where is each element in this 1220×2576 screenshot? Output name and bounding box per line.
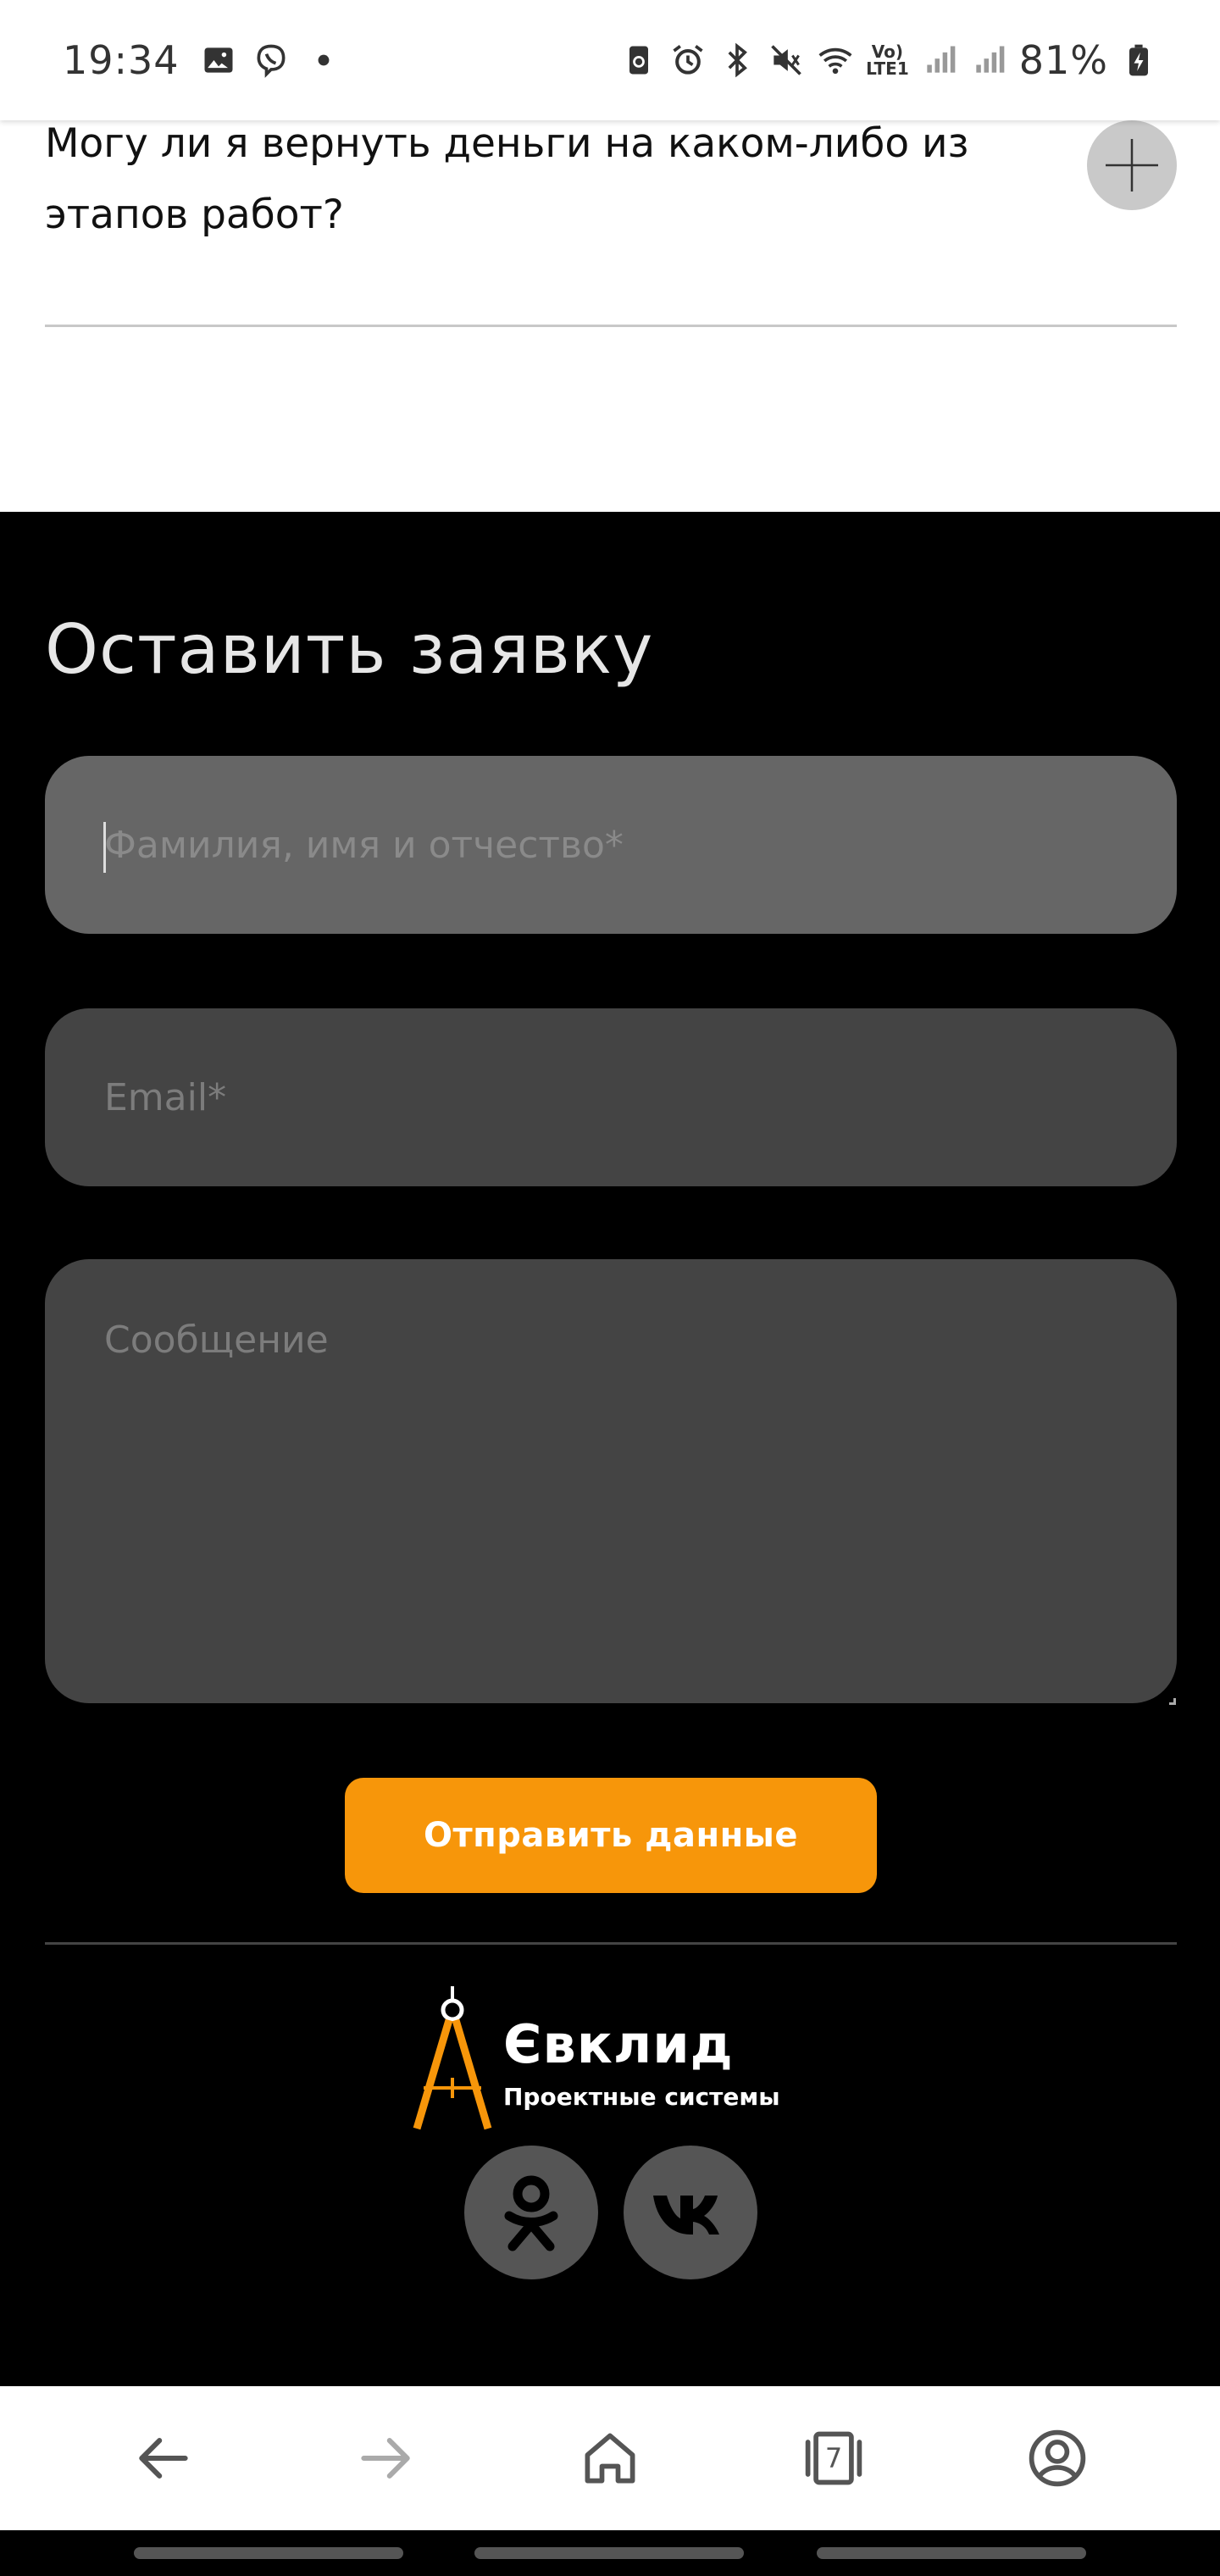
back-arrow-icon	[139, 2438, 188, 2479]
logo-tagline: Проектные системы	[503, 2083, 780, 2111]
volte-label: Vo)	[871, 42, 904, 62]
gesture-pill	[134, 2547, 403, 2559]
submit-button[interactable]: Отправить данные	[345, 1778, 877, 1893]
textarea-resize-handle[interactable]	[1169, 1698, 1176, 1705]
dot-icon	[305, 42, 342, 79]
request-form-section: Оставить заявку Отправить данные Євклид …	[0, 512, 1220, 2386]
alarm-icon	[669, 42, 707, 79]
logo[interactable]: Євклид Проектные системы	[412, 1986, 818, 2130]
status-bar: 19:34 Vo) LTE1 81%	[0, 0, 1220, 120]
gesture-pill	[817, 2547, 1086, 2559]
form-title: Оставить заявку	[45, 610, 654, 689]
message-textarea[interactable]	[45, 1259, 1177, 1703]
signal-icon	[970, 42, 1007, 79]
email-input[interactable]	[45, 1008, 1177, 1186]
vk-icon	[653, 2196, 719, 2235]
footer-divider	[45, 1942, 1177, 1945]
forward-arrow-icon	[361, 2438, 410, 2479]
vk-button[interactable]	[624, 2146, 757, 2279]
faq-toggle-button[interactable]	[1087, 120, 1177, 210]
forward-button[interactable]	[344, 2416, 429, 2501]
system-icons: Vo) LTE1 81%	[620, 37, 1157, 83]
text-cursor	[103, 822, 106, 873]
signal-icon	[921, 42, 958, 79]
browser-toolbar: 7	[0, 2386, 1220, 2530]
home-icon	[585, 2433, 635, 2484]
lte-label: LTE1	[866, 58, 909, 79]
odnoklassniki-icon	[504, 2175, 558, 2251]
battery-percent: 81%	[1018, 37, 1108, 83]
faq-question[interactable]: Могу ли я вернуть деньги на каком-либо и…	[45, 108, 1011, 251]
compass-logo-icon	[413, 1986, 492, 2130]
faq-item[interactable]: Могу ли я вернуть деньги на каком-либо и…	[45, 120, 1177, 327]
recycle-icon	[620, 42, 657, 79]
full-name-input[interactable]	[45, 756, 1177, 934]
profile-button[interactable]	[1015, 2416, 1100, 2501]
wifi-icon	[817, 42, 854, 79]
logo-name: Євклид	[503, 2013, 734, 2075]
mute-icon	[768, 42, 805, 79]
notification-icons	[200, 42, 342, 79]
faq-section: Могу ли я вернуть деньги на каком-либо и…	[0, 120, 1220, 512]
gallery-icon	[200, 42, 237, 79]
viber-icon	[252, 42, 290, 79]
battery-charging-icon	[1120, 42, 1157, 79]
back-button[interactable]	[120, 2416, 205, 2501]
tabs-button[interactable]: 7	[791, 2416, 876, 2501]
volte-icon: Vo) LTE1	[866, 43, 909, 77]
system-gesture-bar	[0, 2530, 1220, 2576]
profile-icon	[1029, 2429, 1086, 2487]
odnoklassniki-button[interactable]	[464, 2146, 598, 2279]
status-time: 19:34	[63, 37, 180, 83]
bluetooth-icon	[718, 42, 756, 79]
tabs-count: 7	[824, 2442, 843, 2474]
plus-icon	[1106, 139, 1158, 192]
home-button[interactable]	[568, 2416, 652, 2501]
gesture-pill	[474, 2547, 744, 2559]
